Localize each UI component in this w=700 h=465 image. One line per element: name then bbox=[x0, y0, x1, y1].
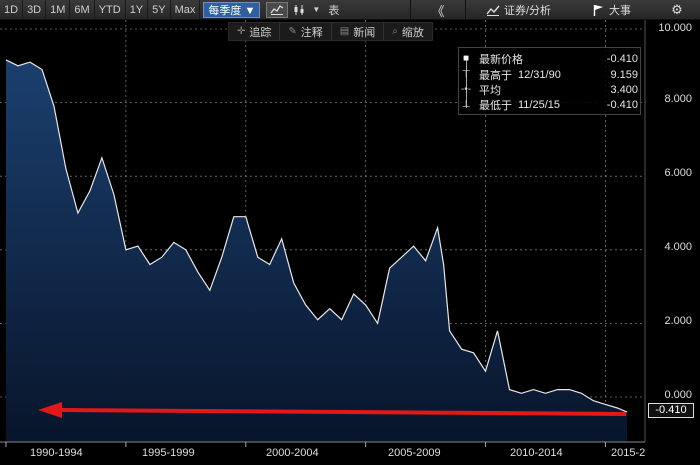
pencil-icon: ✎ bbox=[288, 26, 297, 37]
square-icon: ■ bbox=[462, 53, 470, 64]
legend-last-label: 最新价格 bbox=[479, 53, 523, 66]
y-tick-label: 8.000 bbox=[664, 93, 692, 105]
range-ytd-button[interactable]: YTD bbox=[95, 0, 126, 20]
average-marker-icon: -•- bbox=[460, 84, 472, 95]
news-icon: ▤ bbox=[339, 26, 350, 37]
y-tick-label: 10.000 bbox=[658, 22, 692, 34]
high-marker-icon: ⊤ bbox=[461, 69, 471, 80]
settings-button[interactable]: ⚙ bbox=[662, 0, 692, 20]
magnifier-icon: ⌕ bbox=[392, 26, 398, 37]
range-5y-button[interactable]: 5Y bbox=[148, 0, 171, 20]
track-label: 追踪 bbox=[249, 26, 272, 39]
legend-box: ■ 最新价格 -0.410 ⊤ 最高于 12/31/90 9.159 -•- 平… bbox=[458, 47, 641, 115]
x-tick-label: 2000-2004 bbox=[266, 447, 319, 459]
collapse-chevron-icon[interactable]: 《 bbox=[410, 0, 466, 20]
y-tick-label: 6.000 bbox=[664, 167, 692, 179]
analysis-label: 证券/分析 bbox=[504, 5, 552, 17]
chart-type-dropdown-icon[interactable]: ▼ bbox=[310, 0, 322, 20]
x-tick-label: 1990-1994 bbox=[30, 447, 83, 459]
annotation-toolbar: ✛ 追踪 ✎ 注释 ▤ 新闻 ⌕ 缩放 bbox=[228, 22, 433, 41]
track-button[interactable]: ✛ 追踪 bbox=[229, 23, 281, 40]
legend-high-label: 最高于 bbox=[479, 69, 512, 82]
range-max-button[interactable]: Max bbox=[171, 0, 201, 20]
legend-low-label: 最低于 bbox=[479, 99, 512, 112]
x-tick-label: 2010-2014 bbox=[510, 447, 563, 459]
legend-row-average: -•- 平均 3.400 bbox=[459, 82, 642, 97]
period-select[interactable]: 每季度 ▼ bbox=[203, 1, 261, 18]
table-button[interactable]: 表 bbox=[322, 2, 345, 18]
legend-high-value: 9.159 bbox=[610, 68, 638, 81]
legend-row-last[interactable]: ■ 最新价格 -0.410 bbox=[459, 51, 642, 66]
events-button[interactable]: 大事 bbox=[585, 0, 639, 20]
period-select-label: 每季度 bbox=[208, 4, 242, 17]
legend-low-date: 11/25/15 bbox=[518, 98, 561, 111]
range-6m-button[interactable]: 6M bbox=[70, 0, 95, 20]
chart-analysis-icon bbox=[486, 5, 500, 16]
legend-high-date: 12/31/90 bbox=[518, 68, 561, 81]
last-price-tag: -0.410 bbox=[648, 403, 694, 418]
events-label: 大事 bbox=[609, 5, 631, 17]
legend-row-high: ⊤ 最高于 12/31/90 9.159 bbox=[459, 67, 642, 82]
crosshair-icon: ✛ bbox=[237, 26, 246, 37]
legend-avg-value: 3.400 bbox=[610, 83, 638, 96]
y-tick-label: 0.000 bbox=[664, 389, 692, 401]
legend-row-low: ⊥ 最低于 11/25/15 -0.410 bbox=[459, 97, 642, 112]
notes-label: 注释 bbox=[300, 26, 323, 39]
legend-avg-label: 平均 bbox=[479, 84, 501, 97]
range-1m-button[interactable]: 1M bbox=[46, 0, 71, 20]
zoom-button[interactable]: ⌕ 缩放 bbox=[384, 23, 432, 40]
x-tick-label: 2005-2009 bbox=[388, 447, 441, 459]
range-3d-button[interactable]: 3D bbox=[23, 0, 47, 20]
news-label: 新闻 bbox=[353, 26, 376, 39]
zoom-label: 缩放 bbox=[401, 26, 424, 39]
notes-button[interactable]: ✎ 注释 bbox=[280, 23, 332, 40]
y-tick-label: 2.000 bbox=[664, 315, 692, 327]
x-tick-label: 1995-1999 bbox=[142, 447, 195, 459]
y-tick-label: 4.000 bbox=[664, 241, 692, 253]
x-tick-label: 2015-2 bbox=[611, 447, 646, 459]
legend-last-value: -0.410 bbox=[606, 52, 638, 65]
chevron-down-icon: ▼ bbox=[244, 4, 256, 17]
range-1y-button[interactable]: 1Y bbox=[126, 0, 149, 20]
line-chart-icon[interactable] bbox=[266, 1, 289, 18]
legend-low-value: -0.410 bbox=[606, 98, 638, 111]
candlestick-icon[interactable] bbox=[288, 0, 310, 20]
range-1d-button[interactable]: 1D bbox=[0, 0, 24, 20]
gear-icon: ⚙ bbox=[671, 2, 683, 17]
analysis-button[interactable]: 证券/分析 bbox=[478, 0, 559, 20]
news-button[interactable]: ▤ 新闻 bbox=[332, 23, 385, 40]
flag-icon bbox=[593, 5, 603, 16]
low-marker-icon: ⊥ bbox=[461, 99, 471, 110]
